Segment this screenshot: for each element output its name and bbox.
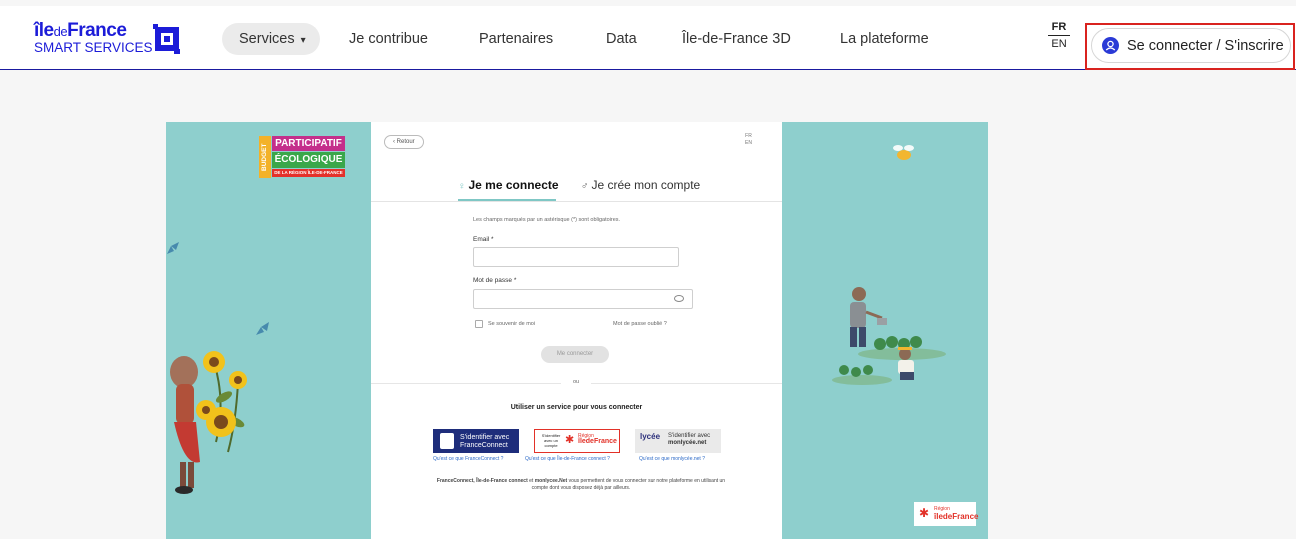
franceconnect-help-link[interactable]: Qu'est ce que FranceConnect ?	[433, 456, 503, 462]
language-switcher: FR EN	[1048, 21, 1070, 50]
logo-mark-icon	[153, 24, 180, 54]
gardeners-illustration	[832, 145, 946, 385]
tab-signup[interactable]: ♂ Je crée mon compte	[581, 178, 700, 198]
nav-item-je-contribue[interactable]: Je contribue	[349, 23, 428, 55]
lang-fr[interactable]: FR	[1048, 21, 1070, 36]
login-signup-label: Se connecter / S'inscrire	[1127, 37, 1284, 54]
nav-item-data[interactable]: Data	[606, 23, 637, 55]
logo-wordmark: îledeFrance	[34, 20, 127, 41]
idf-connect-help-link[interactable]: Qu'est ce que Île-de-France connect ?	[525, 456, 610, 462]
franceconnect-logo-icon	[440, 433, 454, 449]
forgot-password-link[interactable]: Mot de passe oublié ?	[613, 321, 667, 327]
back-button[interactable]: ‹ Retour	[384, 135, 424, 149]
remember-me-checkbox[interactable]	[475, 320, 483, 328]
site-logo[interactable]: îledeFrance SMART SERVICES	[34, 20, 184, 60]
email-label: Email *	[473, 236, 494, 243]
eye-icon[interactable]	[674, 295, 684, 302]
user-icon: ♀	[458, 181, 466, 192]
form-language-switcher: FR EN	[745, 133, 752, 147]
login-signup-button[interactable]: Se connecter / S'inscrire	[1091, 28, 1291, 63]
top-navbar: îledeFrance SMART SERVICES Services ▾ Je …	[0, 6, 1296, 70]
right-illustration-panel: ✱ Région îledeFrance	[782, 122, 988, 539]
user-add-icon: ♂	[581, 181, 589, 192]
lang-en[interactable]: EN	[1048, 36, 1070, 50]
nav-item-la-plateforme[interactable]: La plateforme	[840, 23, 929, 55]
password-field[interactable]	[473, 289, 693, 309]
monlycee-help-link[interactable]: Qu'est ce que monlycée.net ?	[639, 456, 705, 462]
password-label: Mot de passe *	[473, 277, 517, 284]
separator-ou: ou	[561, 379, 591, 385]
left-illustration-panel: BUDGET PARTICIPATIF ÉCOLOGIQUE DE LA RÉG…	[166, 122, 371, 539]
monlycee-logo: lycée	[640, 432, 661, 441]
tab-login[interactable]: ♀ Je me connecte	[458, 178, 559, 198]
services-title: Utiliser un service pour vous connecter	[510, 404, 643, 411]
region-star-icon: ✱	[919, 506, 930, 520]
form-lang-fr[interactable]: FR	[745, 133, 752, 140]
monlycee-button[interactable]: lycée S'identifier avec monlycée.net	[635, 429, 721, 453]
region-idf-badge: ✱ Région îledeFrance	[914, 502, 978, 526]
tab-divider	[371, 201, 782, 202]
logo-tagline: SMART SERVICES	[34, 40, 153, 55]
login-submit-button[interactable]: Me connecter	[541, 346, 609, 363]
form-lang-en[interactable]: EN	[745, 140, 752, 147]
user-circle-icon	[1102, 37, 1119, 54]
chevron-down-icon: ▾	[300, 35, 306, 46]
nav-item-services[interactable]: Services ▾	[222, 23, 320, 55]
nav-item-idf-3d[interactable]: Île-de-France 3D	[682, 23, 791, 55]
email-field[interactable]	[473, 247, 679, 267]
login-form-panel: ‹ Retour FR EN ♀ Je me connecte ♂ Je crée …	[371, 122, 782, 539]
region-star-icon: ✱	[565, 434, 575, 446]
remember-me-label: Se souvenir de moi	[488, 321, 536, 327]
nav-item-partenaires[interactable]: Partenaires	[479, 23, 553, 55]
embedded-login-page: BUDGET PARTICIPATIF ÉCOLOGIQUE DE LA RÉG…	[166, 122, 988, 539]
services-footnote: FranceConnect, Île-de-France connect et …	[436, 478, 726, 491]
required-fields-note: Les champs marqués par un astérisque (*)…	[473, 217, 621, 223]
sunflower-girl-illustration	[167, 242, 269, 494]
idf-connect-button[interactable]: S'identifier avec un compte ✱ Région île…	[534, 429, 620, 453]
franceconnect-button[interactable]: S'identifier avec FranceConnect	[433, 429, 519, 453]
